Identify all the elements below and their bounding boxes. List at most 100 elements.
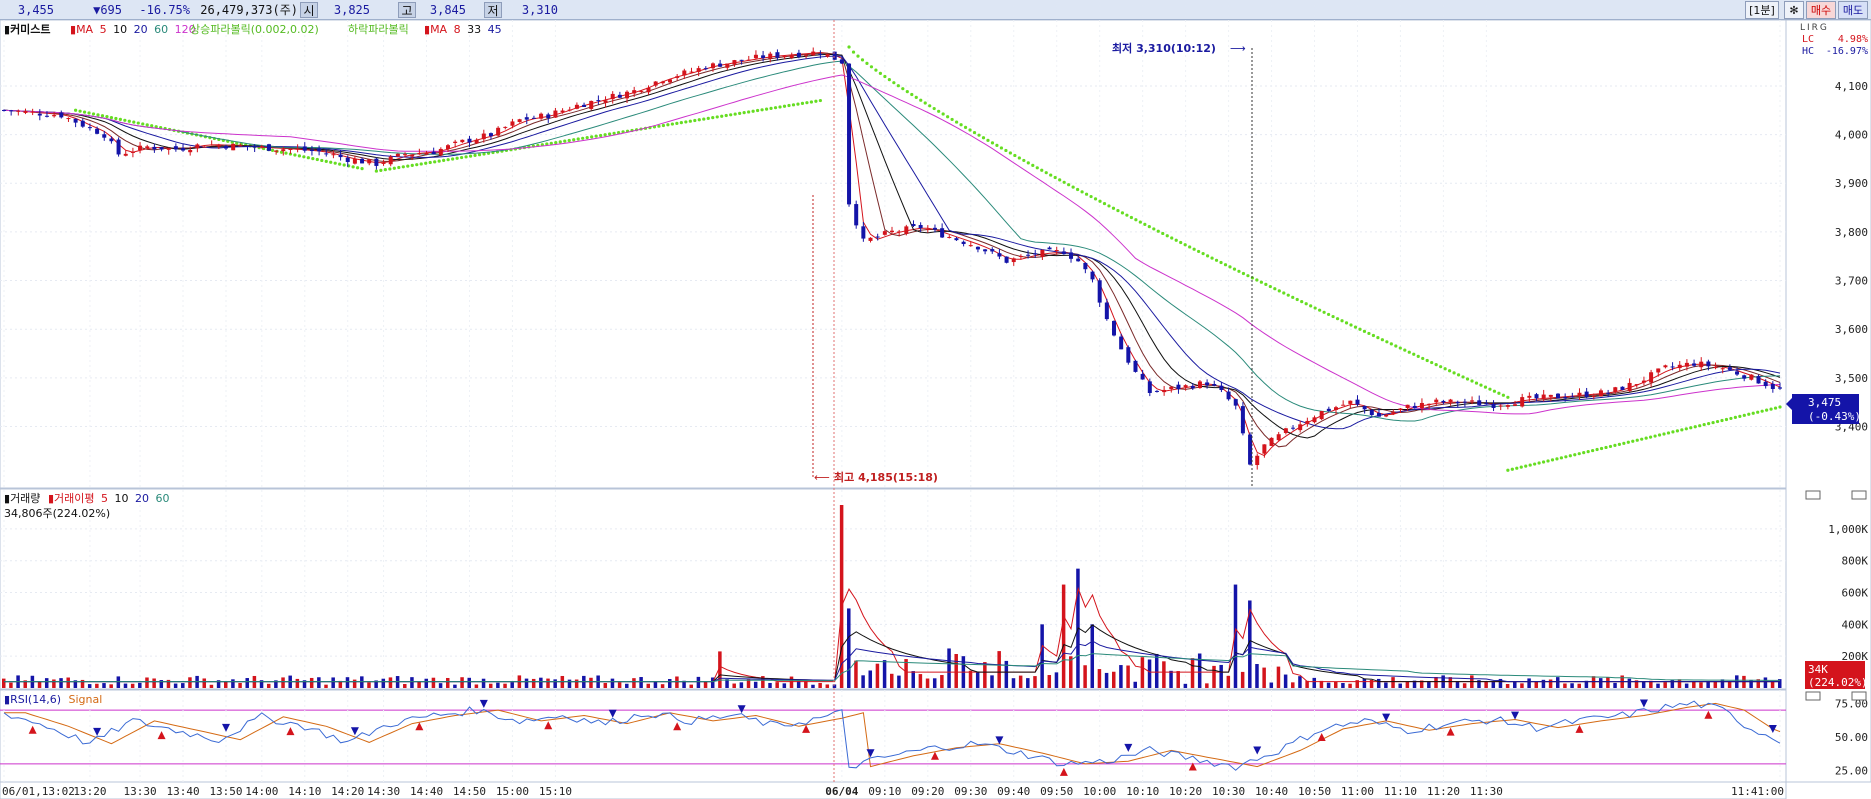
- candle-body: [725, 63, 730, 68]
- sar-dot: [1362, 329, 1367, 333]
- time-tick-label: 11:00: [1341, 785, 1374, 798]
- sar-dot: [428, 160, 432, 165]
- candle-body: [1455, 401, 1460, 404]
- volume-bar: [1455, 681, 1460, 688]
- volume-bar: [847, 608, 851, 688]
- candle-body: [968, 245, 973, 247]
- candle-body: [804, 54, 809, 56]
- volume-bar: [1598, 678, 1603, 688]
- candle-body: [668, 79, 672, 83]
- sar-dot: [603, 133, 607, 137]
- candle-body: [95, 128, 100, 134]
- candle-body: [252, 145, 257, 148]
- volume-bar: [145, 677, 149, 688]
- volume-bar: [1720, 679, 1725, 688]
- interval-selector[interactable]: [1분]: [1745, 1, 1779, 19]
- sar-dot: [1313, 306, 1317, 310]
- time-tick-label: 09:40: [997, 785, 1030, 798]
- sar-dot: [1595, 447, 1599, 452]
- candle-body: [1147, 381, 1152, 393]
- sar-dot: [1430, 360, 1434, 365]
- sar-dot: [1053, 175, 1057, 180]
- sar-dot: [1519, 465, 1523, 469]
- sar-dot: [1192, 247, 1196, 251]
- sar-dot: [847, 45, 851, 49]
- volume-bar: [1563, 683, 1567, 688]
- sell-button[interactable]: 매도: [1838, 1, 1868, 19]
- sar-dot: [455, 156, 459, 160]
- candle-body: [825, 54, 830, 57]
- sar-dot: [1241, 271, 1246, 276]
- candle-body: [1570, 396, 1575, 398]
- candle-body: [216, 145, 221, 147]
- volume-bar: [1097, 669, 1102, 688]
- sar-dot: [1465, 377, 1470, 381]
- stock-chart[interactable]: 4,1004,0003,9003,8003,7003,6003,5003,400…: [0, 20, 1871, 799]
- candle-body: [1162, 389, 1167, 393]
- sar-dot: [1729, 416, 1733, 421]
- sar-dot: [919, 98, 923, 102]
- sar-dot: [581, 136, 585, 140]
- time-tick-label: 09:20: [911, 785, 944, 798]
- volume-bar: [1556, 677, 1560, 688]
- candle-body: [1255, 455, 1260, 466]
- sar-dot: [693, 118, 697, 123]
- candle-body: [1391, 412, 1396, 415]
- candle-body: [524, 117, 529, 120]
- candle-body: [467, 138, 472, 143]
- sar-dot: [1586, 450, 1590, 454]
- buy-button[interactable]: 매수: [1806, 1, 1836, 19]
- sar-dot: [946, 115, 950, 119]
- volume-bar: [975, 671, 980, 688]
- sar-dot: [818, 98, 822, 103]
- sar-dot: [270, 148, 275, 153]
- volume-bar: [1520, 683, 1524, 688]
- volume-bar: [503, 683, 507, 688]
- candle-body: [16, 110, 21, 112]
- sar-dot: [742, 111, 746, 115]
- sar-dot: [1174, 238, 1178, 242]
- candle-body: [231, 143, 236, 151]
- candle-body: [1641, 380, 1646, 383]
- volume-bar: [1147, 659, 1152, 688]
- rsi-tick-label: 25.00: [1835, 765, 1868, 778]
- gear-icon[interactable]: ✻: [1784, 1, 1804, 19]
- sar-dot: [697, 118, 701, 122]
- candle-body: [854, 204, 859, 226]
- sar-dot: [1295, 297, 1299, 302]
- sar-dot: [1031, 163, 1035, 167]
- volume-bar: [990, 675, 994, 688]
- time-tick-label: 15:10: [539, 785, 572, 798]
- volume-bar: [1326, 682, 1331, 688]
- candle-body: [1219, 385, 1224, 391]
- sar-dot: [1568, 454, 1572, 458]
- sar-dot: [1344, 321, 1349, 325]
- volume-bar: [1606, 677, 1610, 688]
- sar-dot: [1084, 192, 1089, 196]
- candle-body: [195, 144, 200, 149]
- volume-bar: [424, 678, 429, 688]
- sar-dot: [1143, 222, 1147, 226]
- candle-body: [1326, 408, 1331, 412]
- volume-bar: [646, 683, 651, 688]
- volume-bar: [116, 676, 121, 688]
- candle-body: [488, 133, 493, 137]
- volume-bar: [1190, 658, 1195, 688]
- sar-dot: [1340, 319, 1344, 323]
- sar-dot: [415, 163, 419, 167]
- volume-bar: [811, 684, 815, 688]
- candle-body: [288, 148, 293, 150]
- volume-bar: [2, 678, 6, 688]
- volume-bar: [102, 683, 106, 688]
- sar-dot: [1474, 381, 1479, 385]
- candle-body: [30, 111, 35, 113]
- sar-dot: [1071, 185, 1075, 189]
- sar-dot: [1067, 183, 1071, 187]
- sar-dot: [1156, 229, 1160, 233]
- sar-dot: [1022, 158, 1026, 163]
- sar-dot: [1653, 434, 1657, 438]
- volume-tick-label: 600K: [1842, 587, 1869, 600]
- volume-bar: [1513, 681, 1517, 688]
- sar-dot: [1120, 211, 1125, 215]
- candle-body: [610, 93, 615, 100]
